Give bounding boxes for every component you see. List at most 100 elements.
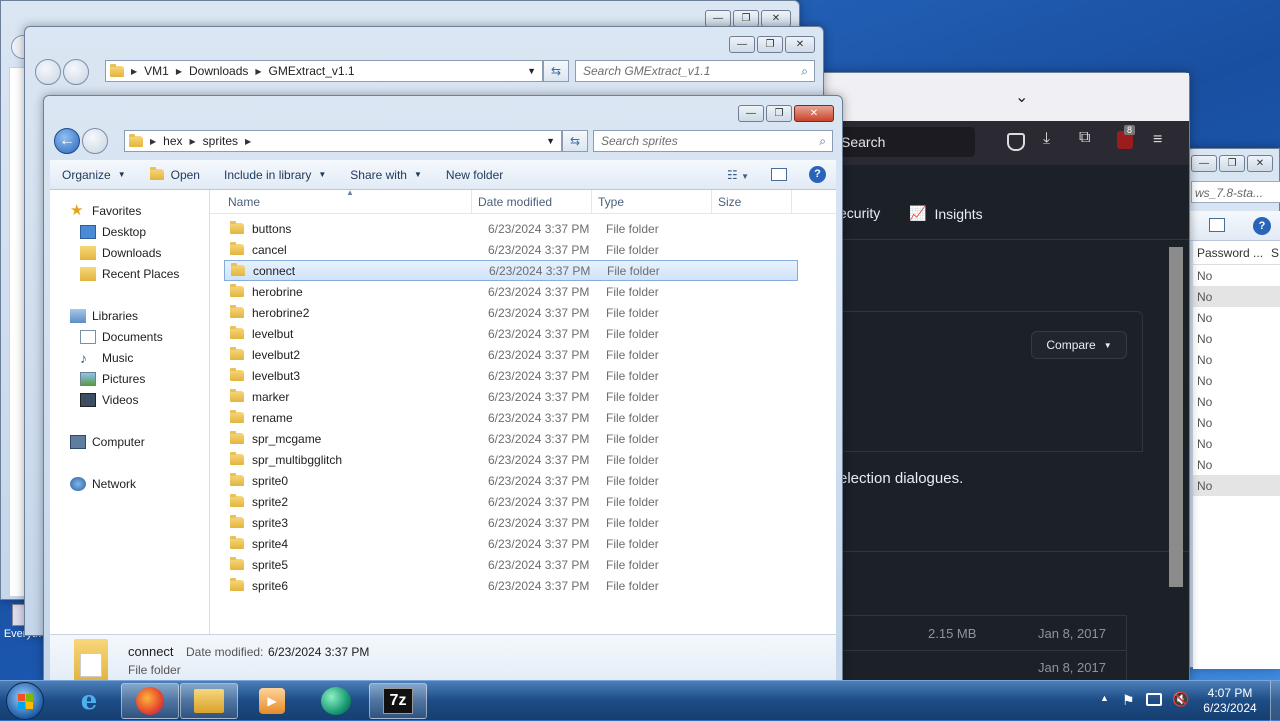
back-button[interactable]: ←	[54, 128, 80, 154]
browser-window[interactable]: — ❐ ✕ ⌄ Search ⤓ ⧉ 8 ≡ ecurity 📈 Insight…	[790, 72, 1190, 683]
close-button[interactable]: ✕	[1247, 155, 1273, 172]
minimize-button[interactable]: —	[729, 36, 755, 53]
nav-desktop[interactable]: Desktop	[50, 221, 209, 242]
pocket-icon[interactable]	[1007, 133, 1025, 151]
nav-network[interactable]: Network	[50, 473, 209, 494]
show-desktop-button[interactable]	[1270, 681, 1280, 721]
maximize-button[interactable]: ❐	[766, 105, 792, 122]
tab-security[interactable]: ecurity	[839, 205, 880, 221]
password-cell[interactable]: No	[1193, 328, 1280, 349]
nav-computer[interactable]: Computer	[50, 431, 209, 452]
nav-favorites[interactable]: ★ Favorites	[50, 200, 209, 221]
gmextract-search-input[interactable]: Search GMExtract_v1.1 ⌕	[575, 60, 815, 82]
clock[interactable]: 4:07 PM 6/23/2024	[1192, 686, 1268, 716]
nav-libraries[interactable]: Libraries	[50, 305, 209, 326]
right-window-address[interactable]: ws_7.8-sta...	[1191, 181, 1280, 203]
nav-music[interactable]: ♪ Music	[50, 347, 209, 368]
column-header-size[interactable]: Size	[712, 189, 792, 214]
explorer-window[interactable]: — ❐ ✕ ← ▶ hex ▶ sprites ▶ ▼ ⇆ Search sprit…	[43, 95, 843, 683]
downloads-icon[interactable]: ⤓	[1043, 130, 1050, 148]
file-row[interactable]: sprite3 6/23/2024 3:37 PM File folder	[224, 512, 798, 533]
tab-insights[interactable]: 📈 Insights	[909, 205, 983, 222]
file-row[interactable]: herobrine 6/23/2024 3:37 PM File folder	[224, 281, 798, 302]
app-button[interactable]	[307, 683, 365, 719]
file-row[interactable]: buttons 6/23/2024 3:37 PM File folder	[224, 218, 798, 239]
password-cell[interactable]: No	[1193, 391, 1280, 412]
back-button[interactable]	[35, 59, 61, 85]
view-options-icon[interactable]: ☷ ▼	[727, 168, 749, 182]
file-row[interactable]: spr_mcgame 6/23/2024 3:37 PM File folder	[224, 428, 798, 449]
help-icon[interactable]: ?	[1253, 217, 1271, 235]
column-header-s[interactable]: S	[1271, 246, 1279, 260]
file-row[interactable]: sprite0 6/23/2024 3:37 PM File folder	[224, 470, 798, 491]
password-cell[interactable]: No	[1193, 454, 1280, 475]
internet-explorer-button[interactable]: e	[60, 683, 118, 719]
breadcrumb-vm1[interactable]: VM1	[144, 64, 169, 78]
nav-pictures[interactable]: Pictures	[50, 368, 209, 389]
extensions-icon[interactable]: ⧉	[1079, 129, 1090, 147]
file-row[interactable]: levelbut2 6/23/2024 3:37 PM File folder	[224, 344, 798, 365]
volume-muted-icon[interactable]: 🔇	[1172, 691, 1189, 708]
nav-downloads[interactable]: Downloads	[50, 242, 209, 263]
firefox-button[interactable]	[121, 683, 179, 719]
file-row[interactable]: cancel 6/23/2024 3:37 PM File folder	[224, 239, 798, 260]
file-row[interactable]: sprite2 6/23/2024 3:37 PM File folder	[224, 491, 798, 512]
share-with-button[interactable]: Share with ▼	[338, 160, 434, 189]
file-row[interactable]: rename 6/23/2024 3:37 PM File folder	[224, 407, 798, 428]
explorer-taskbar-button[interactable]	[180, 683, 238, 719]
maximize-button[interactable]: ❐	[1219, 155, 1245, 172]
breadcrumb-hex[interactable]: hex	[163, 134, 182, 148]
password-cell[interactable]: No	[1193, 307, 1280, 328]
column-header-password[interactable]: Password ...	[1197, 246, 1263, 260]
nav-videos[interactable]: Videos	[50, 389, 209, 410]
address-dropdown-icon[interactable]: ▼	[527, 66, 536, 76]
right-window[interactable]: — ❐ ✕ ws_7.8-sta... ? Password ... S No N…	[1186, 148, 1280, 669]
file-row[interactable]: levelbut 6/23/2024 3:37 PM File folder	[224, 323, 798, 344]
breadcrumb-downloads[interactable]: Downloads	[189, 64, 248, 78]
close-button[interactable]: ✕	[785, 36, 815, 53]
new-folder-button[interactable]: New folder	[434, 160, 515, 189]
column-header-type[interactable]: Type	[592, 189, 712, 214]
browser-scrollbar[interactable]	[1169, 247, 1183, 587]
start-button[interactable]	[6, 682, 44, 720]
minimize-button[interactable]: —	[705, 10, 731, 27]
address-dropdown-icon[interactable]: ▼	[546, 136, 555, 146]
column-header-date-modified[interactable]: Date modified	[472, 189, 592, 214]
explorer-search-input[interactable]: Search sprites ⌕	[593, 130, 833, 152]
open-button[interactable]: Open	[138, 160, 212, 189]
include-in-library-button[interactable]: Include in library ▼	[212, 160, 338, 189]
minimize-button[interactable]: —	[738, 105, 764, 122]
column-header-name[interactable]: Name	[210, 189, 472, 214]
file-row[interactable]: marker 6/23/2024 3:37 PM File folder	[224, 386, 798, 407]
minimize-button[interactable]: —	[1191, 155, 1217, 172]
forward-button[interactable]	[63, 59, 89, 85]
maximize-button[interactable]: ❐	[757, 36, 783, 53]
refresh-icon[interactable]: ⇆	[562, 130, 588, 152]
password-cell[interactable]: No	[1193, 349, 1280, 370]
explorer-address-bar[interactable]: ▶ hex ▶ sprites ▶ ▼	[124, 130, 562, 152]
nav-recent-places[interactable]: Recent Places	[50, 263, 209, 284]
preview-pane-icon[interactable]	[1209, 218, 1225, 232]
password-cell[interactable]: No	[1193, 412, 1280, 433]
organize-button[interactable]: Organize ▼	[50, 160, 138, 189]
compare-button[interactable]: Compare ▼	[1031, 331, 1127, 359]
file-row[interactable]: connect 6/23/2024 3:37 PM File folder	[224, 260, 798, 281]
nav-documents[interactable]: Documents	[50, 326, 209, 347]
file-row[interactable]: spr_multibgglitch 6/23/2024 3:37 PM File f…	[224, 449, 798, 470]
menu-icon[interactable]: ≡	[1153, 131, 1162, 149]
password-cell[interactable]: No	[1193, 475, 1280, 496]
breadcrumb-sprites[interactable]: sprites	[203, 134, 238, 148]
file-row[interactable]: herobrine2 6/23/2024 3:37 PM File folder	[224, 302, 798, 323]
file-row[interactable]: sprite4 6/23/2024 3:37 PM File folder	[224, 533, 798, 554]
refresh-icon[interactable]: ⇆	[543, 60, 569, 82]
preview-pane-icon[interactable]	[771, 168, 787, 181]
help-icon[interactable]: ?	[809, 166, 826, 183]
tab-list-chevron-icon[interactable]: ⌄	[1015, 87, 1028, 107]
close-button[interactable]: ✕	[761, 10, 791, 27]
file-row[interactable]: levelbut3 6/23/2024 3:37 PM File folder	[224, 365, 798, 386]
forward-button[interactable]	[82, 128, 108, 154]
file-row[interactable]: sprite6 6/23/2024 3:37 PM File folder	[224, 575, 798, 596]
action-center-flag-icon[interactable]: ⚑	[1122, 692, 1135, 709]
browser-search-input[interactable]: Search	[839, 127, 975, 157]
password-cell[interactable]: No	[1193, 370, 1280, 391]
